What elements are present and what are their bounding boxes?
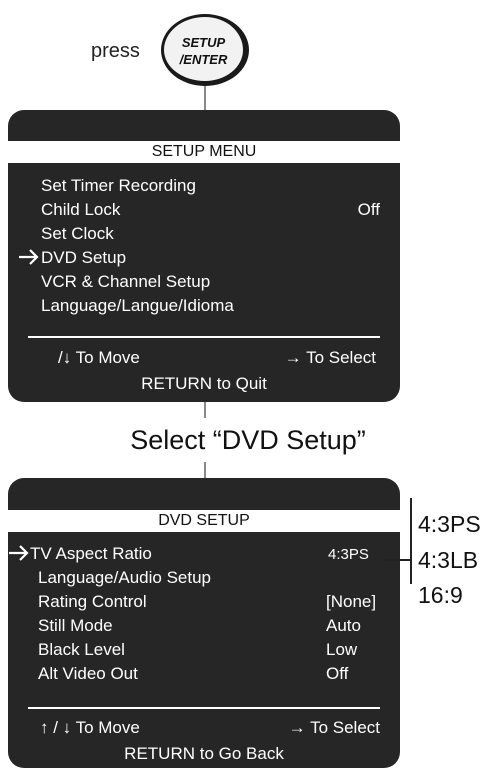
options-bracket-line xyxy=(410,498,412,584)
back-hint: RETURN to Go Back xyxy=(124,744,284,763)
menu-divider xyxy=(28,707,380,709)
dvd-item-language-audio[interactable]: Language/Audio Setup xyxy=(38,568,211,588)
alt-video-value: Off xyxy=(326,664,349,683)
setup-menu-panel: SETUP MENU Set Timer Recording Child Loc… xyxy=(8,110,400,402)
select-hint: → To Select xyxy=(288,718,380,737)
setup-menu-title: SETUP MENU xyxy=(8,141,400,163)
connector-line xyxy=(204,86,206,110)
options-connector-line xyxy=(386,559,410,561)
connector-line xyxy=(204,462,206,478)
move-hint: ↑ / ↓ To Move xyxy=(40,718,140,737)
setup-enter-label-line2: /ENTER xyxy=(179,52,228,67)
menu-item-language[interactable]: Language/Langue/Idioma xyxy=(41,296,234,316)
dvd-item-still-mode[interactable]: Still Mode xyxy=(38,616,113,636)
menu-item-set-timer[interactable]: Set Timer Recording xyxy=(41,176,196,196)
selection-arrow-icon xyxy=(8,543,30,568)
quit-hint: RETURN to Quit xyxy=(141,374,267,393)
select-hint: → To Select xyxy=(284,348,376,367)
connector-line xyxy=(204,402,206,418)
dvd-item-black-level[interactable]: Black Level xyxy=(38,640,125,660)
aspect-option-43lb: 4:3LB xyxy=(418,547,479,573)
dvd-item-rating[interactable]: Rating Control xyxy=(38,592,147,612)
aspect-option-43ps: 4:3PS xyxy=(418,511,481,537)
dvd-item-tv-aspect[interactable]: TV Aspect Ratio xyxy=(30,544,152,564)
black-level-value: Low xyxy=(326,640,358,659)
dvd-item-alt-video[interactable]: Alt Video Out xyxy=(38,664,138,684)
press-label: press xyxy=(91,40,140,62)
child-lock-value: Off xyxy=(357,200,380,219)
tv-aspect-value: 4:3PS xyxy=(328,546,369,563)
menu-item-dvd-setup[interactable]: DVD Setup xyxy=(41,248,126,268)
move-hint: /↓ To Move xyxy=(58,348,140,367)
dvd-setup-title: DVD SETUP xyxy=(8,510,400,532)
menu-item-vcr-channel[interactable]: VCR & Channel Setup xyxy=(41,272,210,292)
setup-enter-button[interactable]: SETUP /ENTER xyxy=(161,14,249,86)
selection-arrow-icon xyxy=(18,247,40,272)
still-mode-value: Auto xyxy=(326,616,361,635)
menu-item-child-lock[interactable]: Child Lock xyxy=(41,200,120,220)
select-caption: Select “DVD Setup” xyxy=(130,425,366,455)
menu-divider xyxy=(28,336,380,338)
dvd-setup-panel: DVD SETUP TV Aspect Ratio 4:3PS Language… xyxy=(8,478,400,768)
rating-value: [None] xyxy=(326,592,377,611)
aspect-option-169: 16:9 xyxy=(418,582,463,608)
setup-enter-label-line1: SETUP xyxy=(181,35,226,50)
menu-item-set-clock[interactable]: Set Clock xyxy=(41,224,114,244)
